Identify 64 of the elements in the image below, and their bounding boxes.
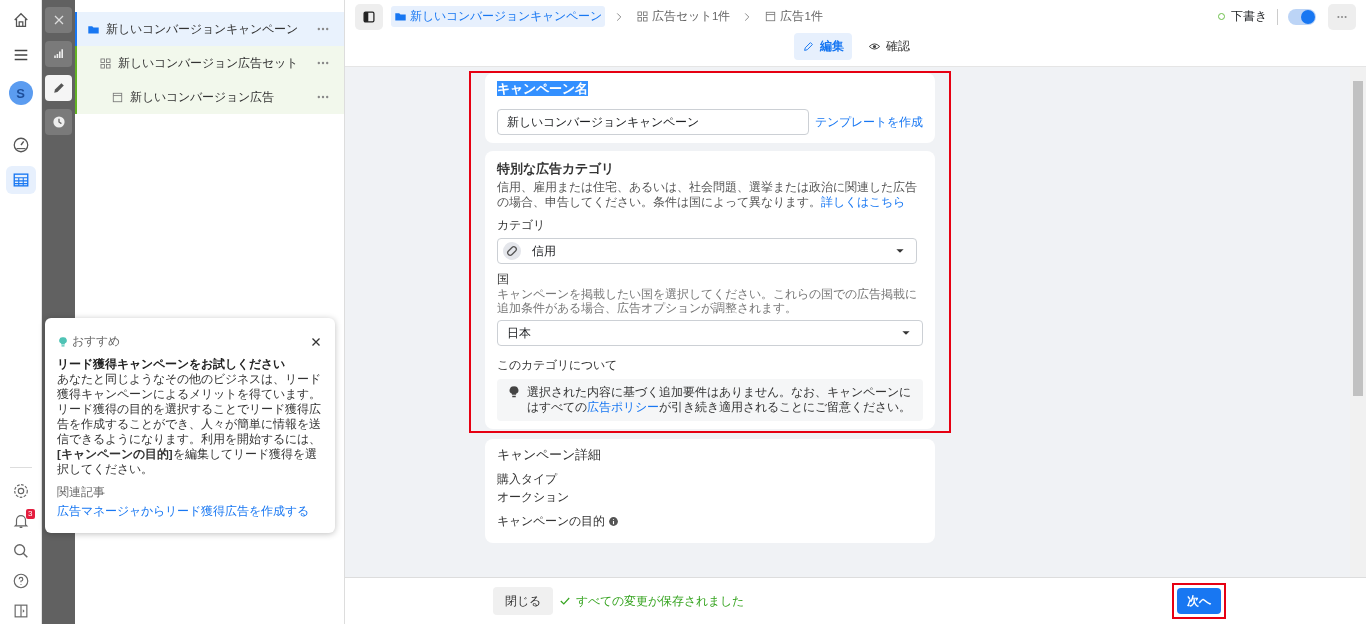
learn-more-link[interactable]: 詳しくはこちら [821,196,905,208]
field-label: キャンペーンの目的 [497,514,605,529]
lightbulb-icon [507,385,521,399]
pencil-icon [801,40,815,53]
section-heading: キャンペーン詳細 [497,447,602,464]
ad-policy-link[interactable]: 広告ポリシー [587,401,659,413]
status-label: 下書き [1231,9,1267,24]
breadcrumb[interactable]: 新しいコンバージョンキャンペーン [391,6,605,27]
tip-title: リード獲得キャンペーンをお試しください [57,357,286,372]
notification-badge: 3 [26,509,35,519]
tool-button[interactable] [45,7,72,33]
search-icon[interactable] [11,542,30,560]
folder-icon [394,10,407,23]
table-icon [11,171,30,189]
toggle-switch[interactable] [1288,8,1316,25]
check-icon [559,595,571,607]
section-heading: 特別な広告カテゴリ [497,161,615,178]
tree-item[interactable]: 新しいコンバージョンキャンペーン [75,12,344,46]
related-article-link[interactable]: 広告マネージャからリード獲得広告を作成する [57,504,323,519]
tip-body: あなたと同じようなその他のビジネスは、リード獲得キャンペーンによるメリットを得ています。リード獲得の目的を選択することでリード獲得広告を作成することができ、人々が簡単に情報を送信できるようになります。利用を開始するには、[キャンペーンの目的]を編集してリード獲得を選択してください。 [57,372,322,477]
field-label: 国 [497,272,510,287]
campaign-name-field[interactable]: 新しいコンバージョンキャンペーン [497,109,809,135]
field-value: オークション [497,489,570,506]
view-tab[interactable]: 確認 [859,33,918,60]
window-icon [764,10,778,23]
gauge-icon [11,136,30,154]
grid-icon [636,10,649,23]
bell-icon[interactable] [11,512,30,530]
create-template-link[interactable]: テンプレートを作成 [815,114,923,130]
nav-button[interactable] [5,166,36,194]
sidebar-icon [362,9,376,24]
sidebar-toggle-button[interactable] [355,3,383,30]
settings-icon[interactable] [11,482,30,500]
category-dropdown[interactable]: 信用 [497,238,917,264]
scrollbar[interactable] [1350,67,1366,577]
view-tab[interactable]: 編集 [793,33,852,60]
help-icon[interactable] [11,572,30,590]
section-heading: キャンペーン名 [497,81,588,96]
section-subheading: このカテゴリについて [497,358,618,373]
related-heading: 関連記事 [57,485,106,500]
grid-icon [99,56,112,70]
field-label: カテゴリ [497,218,546,233]
next-button[interactable]: 次へ [1177,588,1221,614]
category-description: 信用、雇用または住宅、あるいは、社会問題、選挙または政治に関連した広告の場合、申告してください。条件は国によって異なります。詳しくはこちら [497,180,918,210]
lightbulb-icon [57,335,69,348]
save-status: すべての変更が保存されました [576,593,744,609]
tree-item[interactable]: 新しいコンバージョン広告セット [75,46,344,80]
tree-item[interactable]: 新しいコンバージョン広告 [75,80,344,114]
clock-icon [50,114,67,130]
field-help-text: キャンペーンを掲載したい国を選択してください。これらの国での広告掲載に追加条件がある場合、広告オプションが調整されます。 [497,287,918,315]
tool-button[interactable] [45,75,72,101]
breadcrumb[interactable]: 広告セット1件 [633,6,734,27]
pill-icon [502,241,522,261]
home-icon [11,11,30,29]
tip-tag: おすすめ [72,334,120,349]
window-icon [111,90,124,104]
tool-button[interactable] [45,41,72,67]
breadcrumb[interactable]: 広告1件 [761,6,826,27]
country-dropdown[interactable]: 日本 [497,320,923,346]
tool-button[interactable] [45,109,72,135]
eye-icon [867,40,881,53]
note-text: 選択された内容に基づく追加要件はありません。なお、キャンペーンにはすべての広告ポリシーが引き続き適用されることにご留意ください。 [527,385,912,415]
close-button[interactable]: 閉じる [493,587,553,615]
field-label: 購入タイプ [497,472,557,487]
